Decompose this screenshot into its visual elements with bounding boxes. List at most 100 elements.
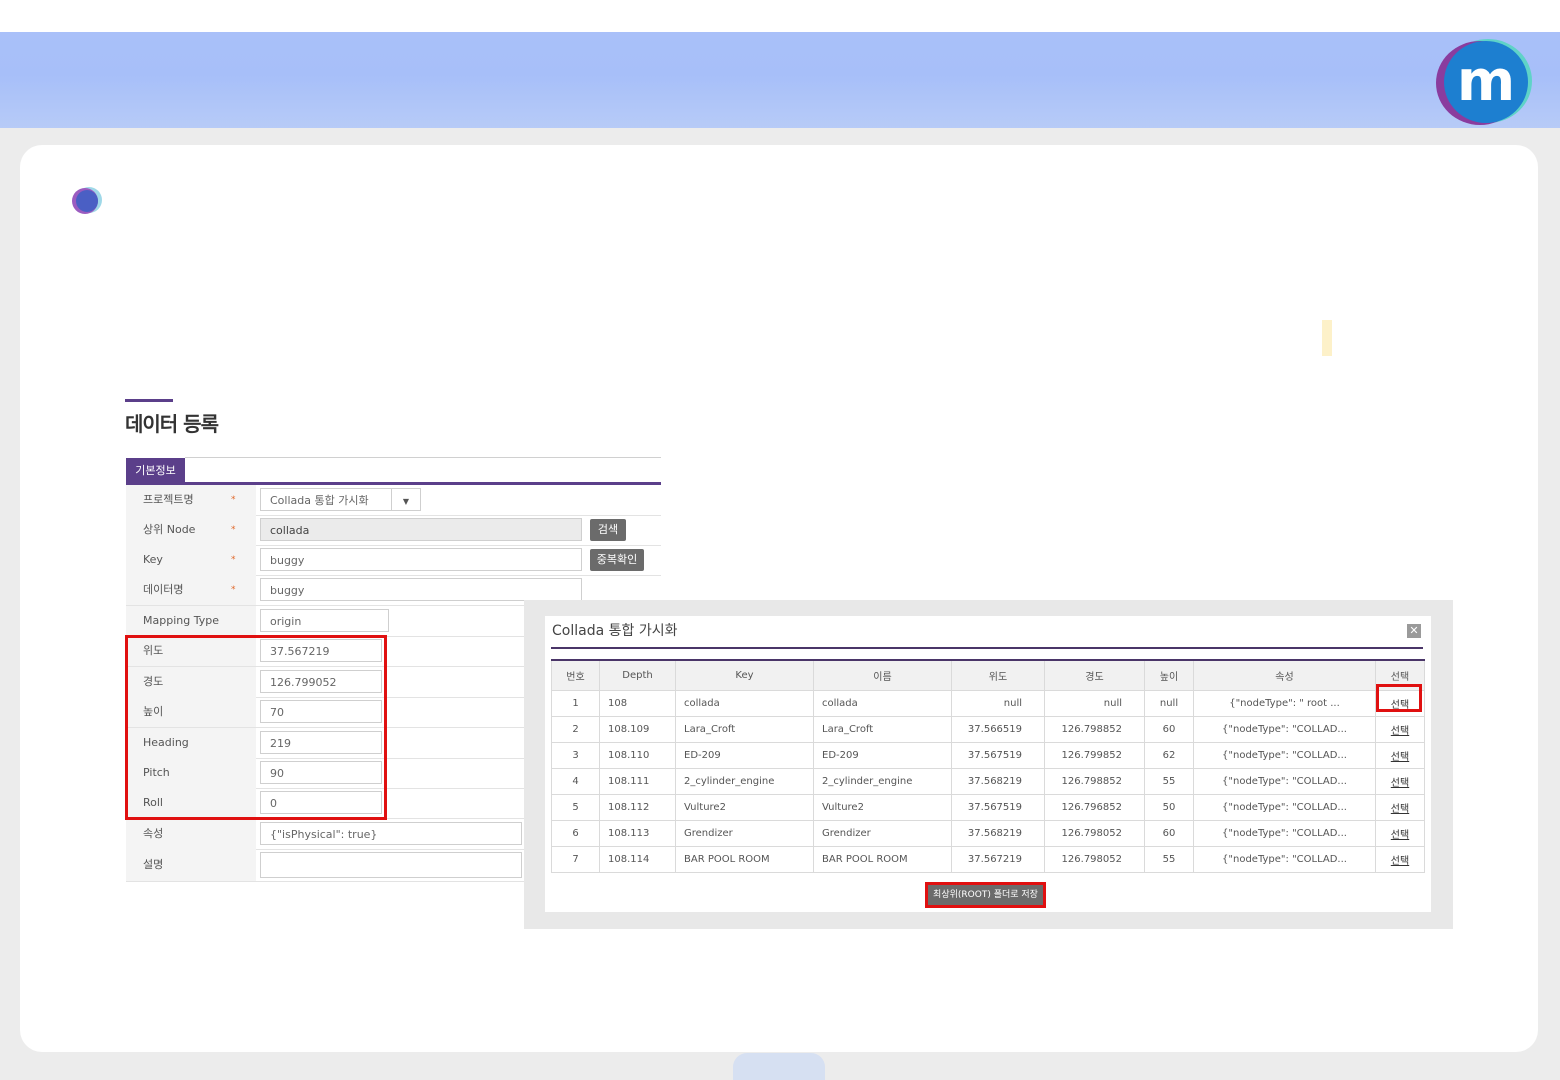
- cell-latitude: 37.567519: [951, 742, 1045, 769]
- cell-depth: 108.110: [599, 742, 676, 769]
- cell-depth: 108.112: [599, 794, 676, 821]
- table-row: 7 108.114 BAR POOL ROOM BAR POOL ROOM 37…: [551, 846, 1425, 873]
- highlight-box-coordinates: [125, 635, 387, 820]
- description-input[interactable]: [260, 852, 522, 878]
- cell-name: Vulture2: [813, 794, 952, 821]
- chevron-down-icon[interactable]: ▼: [391, 489, 420, 510]
- cell-attributes: {"nodeType": " root ...: [1193, 690, 1376, 717]
- cell-key: collada: [675, 690, 814, 717]
- project-select[interactable]: Collada 통합 가시화 ▼: [260, 488, 421, 511]
- duplicate-check-button[interactable]: 중복확인: [590, 549, 644, 571]
- page-indicator: [733, 1053, 825, 1080]
- circle-bullet-icon: [72, 187, 102, 214]
- cell-depth: 108.111: [599, 768, 676, 795]
- cell-attributes: {"nodeType": "COLLAD...: [1193, 768, 1376, 795]
- tab-basic-info[interactable]: 기본정보: [126, 458, 185, 483]
- cell-key: BAR POOL ROOM: [675, 846, 814, 873]
- node-table: 번호 Depth Key 이름 위도 경도 높이 속성 선택 1 108 col…: [551, 659, 1425, 873]
- form-title: 데이터 등록: [125, 412, 219, 436]
- select-link[interactable]: 선택: [1375, 768, 1425, 795]
- cell-no: 7: [551, 846, 600, 873]
- field-row-parent-node: 상위 Node * collada 검색: [126, 515, 661, 546]
- cell-name: BAR POOL ROOM: [813, 846, 952, 873]
- table-row: 3 108.110 ED-209 ED-209 37.567519 126.79…: [551, 742, 1425, 769]
- cell-no: 3: [551, 742, 600, 769]
- cell-height: 50: [1144, 794, 1194, 821]
- m-logo-icon: m: [1436, 39, 1532, 125]
- cell-longitude: 126.796852: [1044, 794, 1145, 821]
- cell-name: collada: [813, 690, 952, 717]
- cell-key: ED-209: [675, 742, 814, 769]
- cell-longitude: null: [1044, 690, 1145, 717]
- cell-latitude: null: [951, 690, 1045, 717]
- parent-node-input[interactable]: collada: [260, 518, 582, 541]
- top-strip: [0, 0, 1560, 32]
- table-row: 1 108 collada collada null null null {"n…: [551, 690, 1425, 717]
- cell-longitude: 126.798852: [1044, 768, 1145, 795]
- key-input[interactable]: buggy: [260, 548, 582, 571]
- svg-text:m: m: [1457, 49, 1515, 114]
- select-link[interactable]: 선택: [1375, 794, 1425, 821]
- cell-attributes: {"nodeType": "COLLAD...: [1193, 794, 1376, 821]
- required-mark: *: [231, 555, 236, 565]
- cell-depth: 108: [599, 690, 676, 717]
- cell-height: 55: [1144, 768, 1194, 795]
- select-link[interactable]: 선택: [1375, 846, 1425, 873]
- cell-no: 2: [551, 716, 600, 743]
- required-mark: *: [231, 525, 236, 535]
- field-row-key: Key * buggy 중복확인: [126, 545, 661, 576]
- cell-name: 2_cylinder_engine: [813, 768, 952, 795]
- popup-title-divider: [551, 647, 1423, 649]
- cell-height: null: [1144, 690, 1194, 717]
- field-row-project: 프로젝트명 * Collada 통합 가시화 ▼: [126, 485, 661, 516]
- search-button[interactable]: 검색: [590, 519, 626, 541]
- field-label: Key: [126, 545, 256, 575]
- cell-key: 2_cylinder_engine: [675, 768, 814, 795]
- field-label: Mapping Type: [126, 606, 256, 636]
- cell-longitude: 126.798852: [1044, 716, 1145, 743]
- cell-attributes: {"nodeType": "COLLAD...: [1193, 742, 1376, 769]
- column-header: 이름: [813, 659, 952, 691]
- cell-no: 1: [551, 690, 600, 717]
- cell-latitude: 37.568219: [951, 820, 1045, 847]
- select-link[interactable]: 선택: [1375, 716, 1425, 743]
- cell-name: Grendizer: [813, 820, 952, 847]
- cell-attributes: {"nodeType": "COLLAD...: [1193, 846, 1376, 873]
- mapping-type-input[interactable]: origin: [260, 609, 389, 632]
- cell-no: 6: [551, 820, 600, 847]
- title-accent-bar: [125, 399, 173, 402]
- cell-longitude: 126.798052: [1044, 820, 1145, 847]
- save-to-root-button[interactable]: 최상위(ROOT) 폴더로 저장: [925, 882, 1046, 908]
- column-header: 번호: [551, 659, 600, 691]
- cell-no: 4: [551, 768, 600, 795]
- cell-height: 55: [1144, 846, 1194, 873]
- highlight-mark: [1322, 320, 1332, 356]
- field-label: 설명: [126, 849, 256, 881]
- attributes-input[interactable]: {"isPhysical": true}: [260, 822, 522, 845]
- data-name-input[interactable]: buggy: [260, 578, 582, 601]
- field-label: 속성: [126, 819, 256, 849]
- cell-key: Grendizer: [675, 820, 814, 847]
- popup-title: Collada 통합 가시화: [552, 623, 678, 639]
- cell-latitude: 37.568219: [951, 768, 1045, 795]
- cell-key: Vulture2: [675, 794, 814, 821]
- cell-latitude: 37.567519: [951, 794, 1045, 821]
- cell-depth: 108.113: [599, 820, 676, 847]
- table-row: 5 108.112 Vulture2 Vulture2 37.567519 12…: [551, 794, 1425, 821]
- project-select-value: Collada 통합 가시화: [270, 494, 369, 507]
- cell-latitude: 37.567219: [951, 846, 1045, 873]
- select-link[interactable]: 선택: [1375, 820, 1425, 847]
- cell-latitude: 37.566519: [951, 716, 1045, 743]
- column-header: 속성: [1193, 659, 1376, 691]
- column-header: Depth: [599, 659, 676, 691]
- select-link[interactable]: 선택: [1375, 742, 1425, 769]
- required-mark: *: [231, 585, 236, 595]
- column-header: 높이: [1144, 659, 1194, 691]
- cell-attributes: {"nodeType": "COLLAD...: [1193, 820, 1376, 847]
- table-row: 2 108.109 Lara_Croft Lara_Croft 37.56651…: [551, 716, 1425, 743]
- table-header: 번호 Depth Key 이름 위도 경도 높이 속성 선택: [551, 659, 1425, 691]
- field-label: 상위 Node: [126, 515, 256, 545]
- cell-depth: 108.114: [599, 846, 676, 873]
- column-header: Key: [675, 659, 814, 691]
- close-icon[interactable]: ✕: [1407, 624, 1421, 638]
